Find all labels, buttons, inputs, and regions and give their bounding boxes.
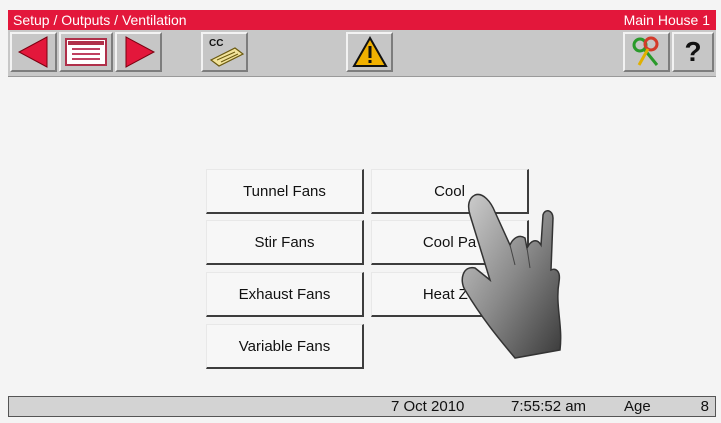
back-button[interactable]: [10, 32, 57, 72]
toolbar: CC ?: [8, 30, 716, 77]
cc-button[interactable]: CC: [201, 32, 248, 72]
arrow-right-icon: [125, 36, 155, 68]
cc-keypad-icon: CC: [209, 38, 244, 67]
status-date: 7 Oct 2010: [391, 398, 465, 415]
status-bar: 7 Oct 2010 7:55:52 am Age 8: [8, 396, 716, 417]
cc-label: CC: [209, 38, 223, 49]
forward-button[interactable]: [115, 32, 162, 72]
arrow-left-icon: [17, 36, 47, 68]
list-button[interactable]: [59, 32, 113, 72]
exhaust-fans-button[interactable]: Exhaust Fans: [206, 272, 364, 317]
tunnel-fans-button[interactable]: Tunnel Fans: [206, 169, 364, 214]
age-value: 8: [700, 398, 709, 415]
keys-icon: [632, 36, 658, 66]
breadcrumb: Setup / Outputs / Ventilation: [13, 12, 187, 28]
access-keys-button[interactable]: [623, 32, 670, 72]
list-card-icon: [65, 38, 107, 66]
pointing-hand-image: [461, 193, 562, 359]
help-button[interactable]: ?: [672, 32, 714, 72]
warning-icon: [351, 35, 388, 67]
status-time: 7:55:52 am: [511, 398, 587, 415]
house-name: Main House 1: [623, 12, 710, 28]
alarm-button[interactable]: [346, 32, 393, 72]
help-icon: ?: [684, 36, 702, 67]
variable-fans-button[interactable]: Variable Fans: [206, 324, 364, 369]
age-label: Age: [624, 398, 651, 415]
title-bar: Setup / Outputs / Ventilation Main House…: [8, 10, 716, 30]
stir-fans-button[interactable]: Stir Fans: [206, 220, 364, 265]
